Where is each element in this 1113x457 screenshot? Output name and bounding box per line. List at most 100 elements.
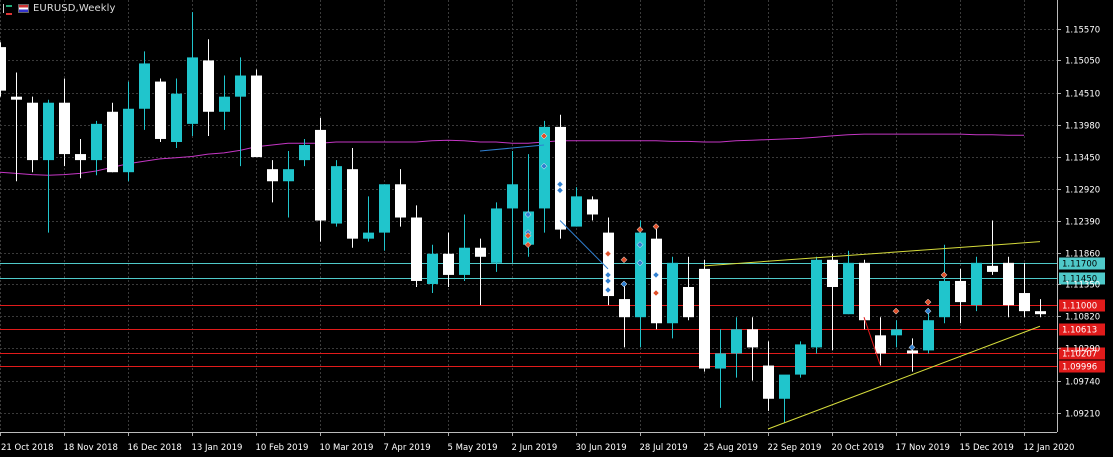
candle-body bbox=[683, 286, 694, 318]
candle-body bbox=[91, 123, 102, 161]
candle-body bbox=[235, 75, 246, 97]
candle-body bbox=[987, 265, 998, 272]
buy-marker bbox=[924, 307, 932, 315]
candle-body bbox=[171, 93, 182, 142]
candle-body bbox=[59, 102, 70, 155]
candle-body bbox=[75, 154, 86, 161]
candle-body bbox=[1019, 293, 1030, 312]
candle-body bbox=[283, 169, 294, 182]
candle-body bbox=[747, 329, 758, 348]
candle-body bbox=[891, 329, 902, 336]
price-tick-label: 1.14510 bbox=[1065, 90, 1100, 100]
candle-body bbox=[763, 365, 774, 399]
candle-body bbox=[475, 247, 486, 257]
flag-icon bbox=[18, 4, 29, 13]
trendline[interactable] bbox=[559, 220, 609, 270]
candle-body bbox=[827, 259, 838, 287]
candle-body bbox=[555, 126, 566, 230]
candle-body bbox=[443, 253, 454, 275]
candle-body bbox=[1003, 262, 1014, 306]
price-line-label: 1.10613 bbox=[1062, 326, 1097, 336]
candle-body bbox=[1035, 311, 1046, 315]
date-tick-label: 18 Nov 2018 bbox=[64, 443, 118, 453]
candle-body bbox=[459, 247, 470, 275]
sell-marker bbox=[636, 226, 644, 233]
price-line-label: 1.11000 bbox=[1062, 302, 1097, 312]
date-tick-label: 15 Dec 2019 bbox=[960, 443, 1014, 453]
candle-body bbox=[155, 81, 166, 139]
candle-body bbox=[27, 102, 38, 161]
candle-body bbox=[379, 184, 390, 233]
candle-body bbox=[363, 232, 374, 239]
candle-body bbox=[939, 280, 950, 318]
price-tick-label: 1.15050 bbox=[1065, 57, 1100, 67]
candle-body bbox=[251, 75, 262, 158]
price-tick-label: 1.12390 bbox=[1065, 218, 1100, 228]
symbol-timeframe-label: EURUSD,Weekly bbox=[33, 3, 116, 14]
price-tick-label: 1.09210 bbox=[1065, 410, 1100, 420]
candle-body bbox=[907, 350, 918, 354]
candle-body bbox=[603, 232, 614, 297]
date-tick-label: 10 Mar 2019 bbox=[320, 443, 374, 453]
candle-body bbox=[347, 169, 358, 239]
date-tick-label: 12 Jan 2020 bbox=[1024, 443, 1075, 453]
price-line-label: 1.09996 bbox=[1062, 363, 1097, 373]
candle-body bbox=[715, 353, 726, 369]
date-tick-label: 17 Nov 2019 bbox=[896, 443, 950, 453]
price-tick-label: 1.10290 bbox=[1065, 345, 1100, 355]
candle-body bbox=[571, 196, 582, 227]
price-tick-label: 1.10820 bbox=[1065, 313, 1100, 323]
date-tick-label: 20 Oct 2019 bbox=[832, 443, 885, 453]
candle-body bbox=[0, 47, 6, 91]
date-tick-label: 28 Jul 2019 bbox=[640, 443, 688, 453]
date-tick-label: 16 Dec 2018 bbox=[128, 443, 182, 453]
buy-marker bbox=[908, 344, 916, 351]
candle-body bbox=[427, 253, 438, 284]
sell-marker bbox=[924, 298, 932, 306]
candle-body bbox=[955, 280, 966, 303]
date-tick-label: 10 Feb 2019 bbox=[256, 443, 309, 453]
price-tick-label: 1.13980 bbox=[1065, 122, 1100, 132]
candle-body bbox=[267, 169, 278, 182]
price-tick-label: 1.12920 bbox=[1065, 186, 1100, 196]
price-tick-label: 1.11350 bbox=[1065, 281, 1100, 291]
sell-marker bbox=[892, 307, 900, 315]
date-tick-label: 25 Aug 2019 bbox=[704, 443, 758, 453]
price-tick-label: 1.15570 bbox=[1065, 26, 1100, 36]
price-chart[interactable]: 1.117001.114501.110001.106131.102071.099… bbox=[0, 0, 1113, 457]
sell-marker bbox=[940, 271, 948, 279]
date-tick-label: 13 Jan 2019 bbox=[192, 443, 243, 453]
candle-body bbox=[11, 96, 22, 100]
price-tick-label: 1.13450 bbox=[1065, 154, 1100, 164]
candle-body bbox=[811, 259, 822, 348]
chart-title-bar: EURUSD,Weekly bbox=[3, 3, 116, 15]
candle-body bbox=[971, 262, 982, 306]
date-tick-label: 2 Jun 2019 bbox=[512, 443, 558, 453]
axis-layer: 1.15570 1.15050 1.14510 1.13980 1.13450 1.129… bbox=[0, 0, 1100, 453]
candle-body bbox=[587, 199, 598, 215]
chart-lines-icon bbox=[3, 4, 14, 15]
candle-body bbox=[507, 184, 518, 209]
date-tick-label: 22 Sep 2019 bbox=[768, 443, 822, 453]
candle-body bbox=[651, 238, 662, 324]
candle-body bbox=[203, 60, 214, 112]
candlestick-series bbox=[0, 12, 1046, 423]
candle-body bbox=[843, 262, 854, 315]
date-tick-label: 7 Apr 2019 bbox=[384, 443, 431, 453]
candle-body bbox=[395, 184, 406, 218]
candle-body bbox=[859, 262, 870, 321]
date-tick-label: 5 May 2019 bbox=[448, 443, 498, 453]
buy-marker bbox=[620, 280, 628, 288]
candle-body bbox=[107, 111, 118, 173]
sell-marker bbox=[652, 223, 660, 230]
candle-body bbox=[731, 329, 742, 354]
candle-body bbox=[219, 96, 230, 112]
date-tick-label: 30 Jun 2019 bbox=[576, 443, 627, 453]
candle-body bbox=[43, 102, 54, 161]
sell-marker bbox=[620, 256, 628, 264]
candle-body bbox=[699, 268, 710, 369]
candle-body bbox=[667, 262, 678, 324]
price-line-label: 1.11700 bbox=[1062, 260, 1097, 270]
candle-body bbox=[411, 217, 422, 281]
candle-body bbox=[331, 166, 342, 224]
